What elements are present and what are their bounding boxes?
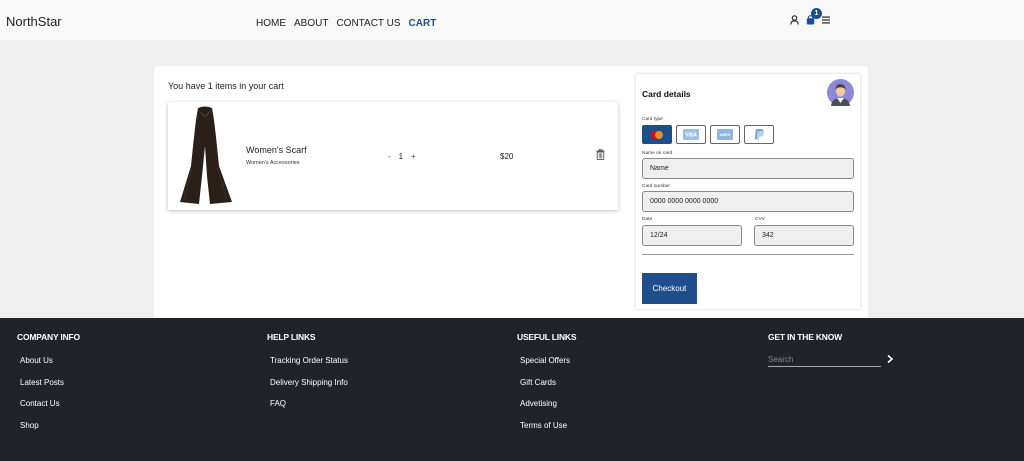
trash-icon[interactable]	[596, 149, 605, 160]
footer-help-links: HELP LINKS Tracking Order Status Deliver…	[267, 332, 348, 421]
menu-icon[interactable]	[822, 16, 830, 24]
card-type-label: Card type	[642, 117, 663, 122]
site-footer: COMPANY INFO About Us Latest Posts Conta…	[0, 318, 1024, 461]
item-price: $20	[500, 152, 514, 161]
footer-link-faq[interactable]: FAQ	[270, 399, 348, 421]
footer-link-about-us[interactable]: About Us	[20, 356, 80, 378]
avatar	[827, 79, 854, 106]
quantity-stepper: - 1 +	[388, 152, 416, 161]
mastercard-icon	[651, 130, 663, 139]
visa-icon: VISA	[683, 129, 699, 140]
nav-contact-us[interactable]: CONTACT US	[336, 18, 400, 29]
footer-get-in-the-know: GET IN THE KNOW Search	[768, 332, 908, 392]
paypal-icon	[754, 129, 764, 140]
cart-summary: You have 1 items in your cart	[168, 81, 284, 91]
product-name[interactable]: Women's Scarf	[246, 145, 307, 155]
footer-link-contact-us[interactable]: Contact Us	[20, 399, 80, 421]
card-type-mastercard[interactable]	[642, 125, 672, 144]
name-on-card-input[interactable]: Name	[642, 158, 854, 179]
nav-home[interactable]: HOME	[256, 18, 286, 29]
footer-heading: USEFUL LINKS	[517, 332, 577, 342]
footer-company-info: COMPANY INFO About Us Latest Posts Conta…	[17, 332, 80, 443]
nav-cart[interactable]: CART	[409, 18, 437, 29]
name-on-card-label: Name on card	[642, 151, 673, 156]
footer-link-latest-posts[interactable]: Latest Posts	[20, 378, 80, 400]
svg-text:VISA: VISA	[685, 133, 697, 139]
product-image	[180, 106, 232, 204]
divider	[642, 254, 854, 255]
newsletter-search-input[interactable]: Search	[768, 354, 881, 367]
quantity-value: 1	[398, 152, 404, 161]
footer-link-special-offers[interactable]: Special Offers	[520, 356, 576, 378]
cart-count-badge: 1	[811, 8, 822, 19]
date-input[interactable]: 12/24	[642, 225, 742, 246]
footer-link-tracking[interactable]: Tracking Order Status	[270, 356, 348, 378]
card-number-input[interactable]: 0000 0000 0000 0000	[642, 191, 854, 212]
footer-heading: COMPANY INFO	[17, 332, 80, 342]
site-header: NorthStar HOME ABOUT CONTACT US CART 1	[0, 0, 1024, 40]
card-number-label: Card number	[642, 184, 670, 189]
amex-icon: AMEX	[717, 129, 733, 140]
footer-link-delivery[interactable]: Delivery Shipping Info	[270, 378, 348, 400]
chevron-right-icon[interactable]	[886, 354, 894, 364]
increase-quantity-button[interactable]: +	[411, 152, 416, 161]
cvv-input[interactable]: 342	[754, 225, 854, 246]
decrease-quantity-button[interactable]: -	[388, 152, 391, 161]
card-details-panel: Card details Card type VISA AMEX Name on…	[636, 74, 860, 309]
cvv-label: CVV	[755, 217, 765, 222]
footer-heading: HELP LINKS	[267, 332, 316, 342]
checkout-button[interactable]: Checkout	[642, 273, 697, 304]
date-label: Date	[642, 217, 653, 222]
user-icon[interactable]	[790, 15, 799, 25]
nav-about[interactable]: ABOUT	[294, 18, 328, 29]
header-icons: 1	[790, 8, 830, 25]
footer-link-shop[interactable]: Shop	[20, 421, 80, 443]
footer-heading: GET IN THE KNOW	[768, 332, 842, 342]
brand-logo[interactable]: NorthStar	[6, 14, 62, 29]
card-type-visa[interactable]: VISA	[676, 125, 706, 144]
main-nav: HOME ABOUT CONTACT US CART	[256, 18, 444, 29]
card-type-amex[interactable]: AMEX	[710, 125, 740, 144]
card-type-paypal[interactable]	[744, 125, 774, 144]
card-type-options: VISA AMEX	[642, 125, 774, 144]
cart-button[interactable]: 1	[806, 8, 822, 25]
footer-useful-links: USEFUL LINKS Special Offers Gift Cards A…	[517, 332, 577, 443]
footer-link-terms[interactable]: Terms of Use	[520, 421, 576, 443]
footer-link-gift-cards[interactable]: Gift Cards	[520, 378, 576, 400]
footer-link-advertising[interactable]: Advetising	[520, 399, 576, 421]
cart-item: Women's Scarf Women's Accessories - 1 + …	[168, 102, 618, 210]
product-category: Women's Accessories	[246, 160, 300, 166]
svg-text:AMEX: AMEX	[720, 133, 731, 137]
card-details-title: Card details	[642, 89, 691, 99]
